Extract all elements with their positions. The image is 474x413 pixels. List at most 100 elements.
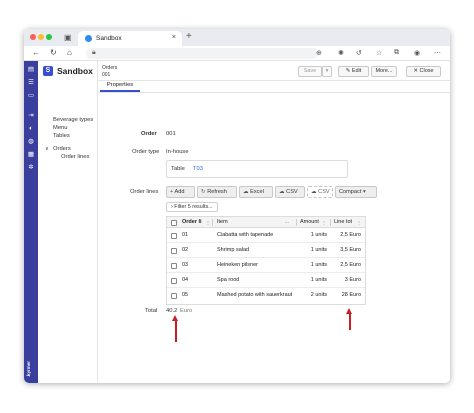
globe-icon[interactable]: ◍ — [27, 138, 35, 146]
tab-overview-icon[interactable]: ▣ — [64, 33, 72, 42]
refresh-button[interactable]: ↻ Refresh — [197, 186, 237, 198]
order-lines-label: Order lines — [130, 189, 159, 195]
browser-tabstrip: ▣ Sandbox × + — [24, 29, 450, 46]
csv-export-button[interactable]: ☁ CSV — [275, 186, 305, 198]
column-header-item[interactable]: Item — [217, 217, 277, 228]
cell-line-total: 3 Euro — [344, 277, 361, 283]
sidebar-item-beverage-types[interactable]: Beverage types — [53, 117, 93, 123]
column-separator — [212, 219, 213, 226]
address-bar[interactable]: 🔒︎ — [86, 48, 318, 59]
palette-icon[interactable]: ◐ — [27, 125, 35, 133]
order-type-label: Order type — [132, 149, 160, 155]
favorites-icon[interactable]: ☆ — [376, 49, 382, 57]
zoom-icon[interactable]: ⊕ — [316, 49, 322, 57]
profile-icon[interactable]: ◉ — [414, 49, 420, 57]
table-row[interactable]: 05 Mashed potato with sauerkraut 2 units… — [167, 288, 365, 303]
folder-icon[interactable]: ▭ — [27, 92, 35, 100]
filter-toggle[interactable]: › Filter 5 results... — [166, 202, 218, 212]
order-type-value: In-house — [166, 149, 189, 155]
browser-tab-sandbox[interactable]: Sandbox × — [78, 31, 182, 46]
close-window-button[interactable] — [30, 34, 36, 40]
order-label: Order — [141, 131, 157, 137]
cell-amount: 1 units — [310, 277, 327, 283]
total-value: 40.2 — [166, 308, 178, 314]
id-card-icon[interactable]: ▦ — [27, 151, 35, 159]
back-arrow-icon[interactable]: ← — [32, 48, 40, 57]
table-row[interactable]: 03 Heineken pilsner 1 units 2,5 Euro — [167, 258, 365, 273]
more-button[interactable]: More... — [371, 66, 397, 77]
tab-properties[interactable]: Properties — [100, 81, 140, 92]
row-checkbox[interactable] — [171, 278, 177, 284]
breadcrumb-section[interactable]: Orders — [102, 65, 117, 72]
menu-dots-icon[interactable]: ⋯ — [434, 49, 441, 57]
cell-order-line: 04 — [182, 277, 189, 283]
column-separator — [330, 219, 331, 226]
compact-label: Compact — [339, 189, 362, 195]
chevron-down-icon: ▾ — [361, 189, 366, 195]
filter-label: Filter 5 results... — [174, 204, 213, 210]
row-checkbox[interactable] — [171, 233, 177, 239]
column-header-line-total[interactable]: Line tot — [334, 217, 356, 228]
excel-export-button[interactable]: ☁ Excel — [239, 186, 273, 198]
document-icon[interactable]: ▤ — [27, 66, 35, 74]
close-button-label: Close — [419, 68, 434, 74]
annotation-arrow-right — [348, 313, 351, 330]
settings-gear-icon[interactable]: ✲ — [27, 164, 35, 172]
home-icon[interactable]: ⌂ — [67, 48, 72, 57]
table-link[interactable]: T03 — [193, 166, 203, 172]
checklist-icon[interactable]: ☰ — [27, 79, 35, 87]
row-checkbox[interactable] — [171, 293, 177, 299]
extensions-icon[interactable]: ✺ — [338, 49, 344, 57]
favicon-icon — [85, 35, 92, 42]
close-button[interactable]: ✕ Close — [406, 66, 441, 77]
table-label: Table — [171, 166, 185, 172]
reload-icon[interactable]: ↻ — [50, 48, 57, 57]
cell-line-total: 2,5 Euro — [340, 232, 361, 238]
table-row[interactable]: 02 Shrimp salad 1 units 3,5 Euro — [167, 243, 365, 258]
close-tab-icon[interactable]: × — [172, 34, 176, 41]
edit-button[interactable]: ✎ Edit — [338, 66, 369, 77]
row-checkbox[interactable] — [171, 263, 177, 269]
cell-order-line: 01 — [182, 232, 189, 238]
table-row[interactable]: 01 Ciabatta with tapenade 1 units 2,5 Eu… — [167, 228, 365, 243]
sidebar-item-tables[interactable]: Tables — [53, 133, 70, 139]
minimize-window-button[interactable] — [38, 34, 44, 40]
cell-line-total: 2,5 Euro — [340, 262, 361, 268]
cell-order-line: 05 — [182, 292, 189, 298]
cell-item: Mashed potato with sauerkraut — [217, 292, 293, 298]
sidebar-group-orders[interactable]: Orders — [53, 146, 71, 152]
browser-toolbar: ← ↻ ⌂ 🔒︎ ⊕ ✺ ↺ ☆ ⧉ ◉ ⋯ — [24, 46, 450, 61]
table-row[interactable]: 04 Spa rood 1 units 3 Euro — [167, 273, 365, 288]
tab-divider — [98, 92, 450, 93]
row-checkbox[interactable] — [171, 248, 177, 254]
cell-order-line: 02 — [182, 247, 189, 253]
column-header-order-line[interactable]: Order li — [182, 217, 205, 228]
maximize-window-button[interactable] — [46, 34, 52, 40]
column-separator — [296, 219, 297, 226]
refresh-icon[interactable]: ↺ — [356, 49, 362, 57]
collections-icon[interactable]: ⧉ — [394, 49, 399, 57]
add-button[interactable]: + Add — [166, 186, 195, 198]
tab-title: Sandbox — [96, 35, 122, 42]
column-menu-icon[interactable]: ⋯ — [285, 217, 289, 228]
compact-dropdown[interactable]: Compact ▾ — [335, 186, 377, 198]
table-field: Table T03 — [166, 160, 348, 178]
sidebar-item-order-lines[interactable]: Order lines — [61, 154, 89, 160]
cell-amount: 1 units — [310, 247, 327, 253]
collapse-chevron-icon[interactable]: ‹ — [28, 373, 30, 379]
column-menu-icon[interactable]: ⋮ — [322, 217, 326, 228]
cell-item: Ciabatta with tapenade — [217, 232, 274, 238]
sign-in-icon[interactable]: ⇥ — [27, 112, 35, 120]
save-dropdown-chevron-icon[interactable]: ▾ — [322, 66, 332, 77]
new-tab-button[interactable]: + — [186, 31, 192, 42]
grid-header: Order li ⋮ Item ⋯ Amount ⋮ Line tot ⋮ — [167, 217, 365, 228]
save-button[interactable]: Save — [298, 66, 322, 77]
column-menu-icon[interactable]: ⋮ — [206, 217, 210, 228]
select-all-checkbox[interactable] — [171, 220, 177, 226]
column-header-amount[interactable]: Amount — [300, 217, 322, 228]
cell-order-line: 03 — [182, 262, 189, 268]
chevron-down-icon[interactable]: ∨ — [45, 146, 49, 152]
csv-import-button[interactable]: ☁ CSV — [307, 186, 333, 198]
column-menu-icon[interactable]: ⋮ — [357, 217, 361, 228]
sidebar-item-menu[interactable]: Menu — [53, 125, 68, 131]
